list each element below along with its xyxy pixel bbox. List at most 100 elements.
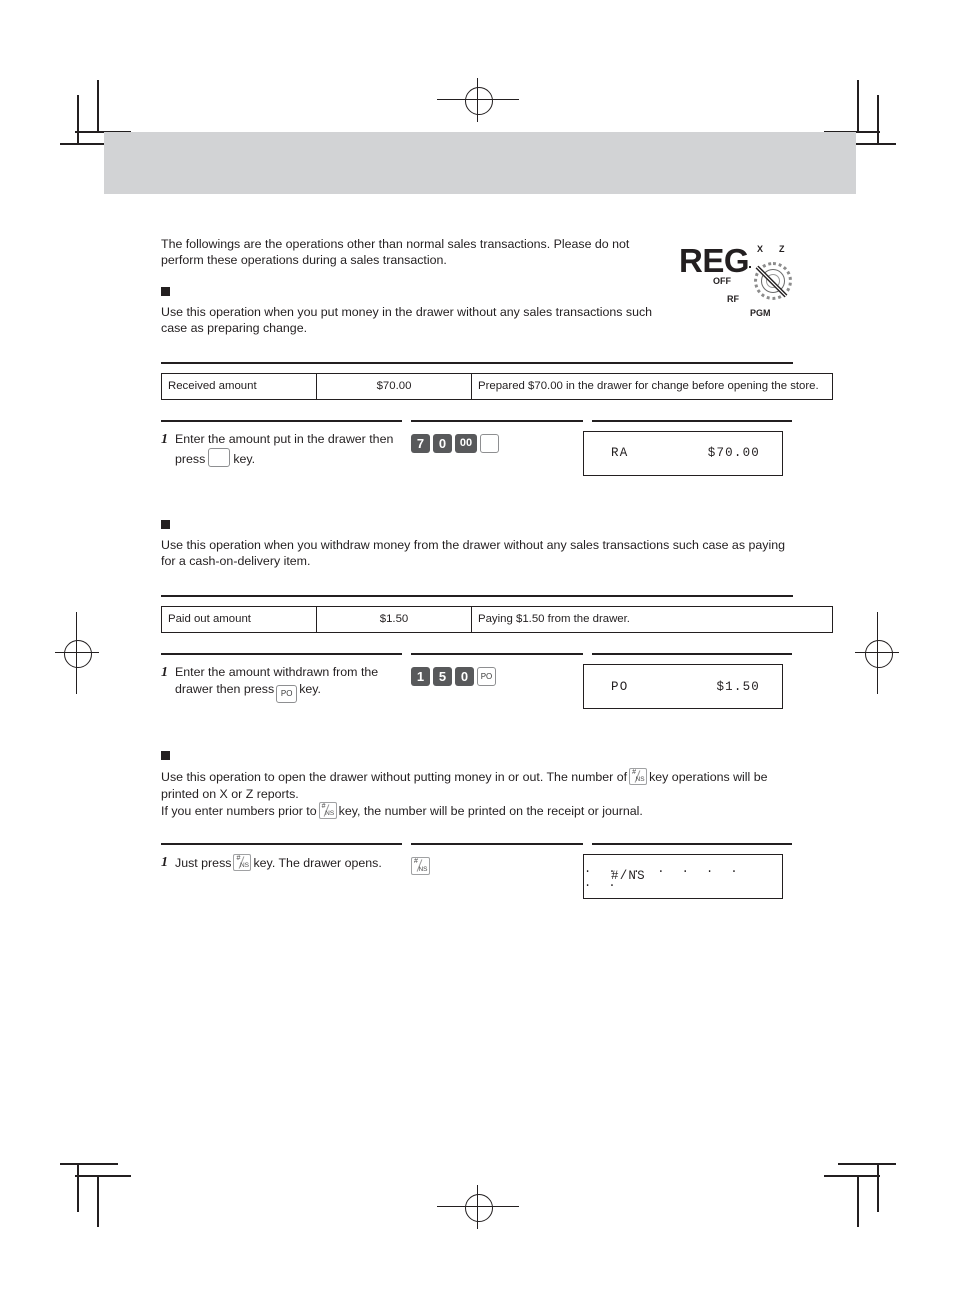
key-1[interactable]: 1 xyxy=(411,667,430,687)
reg-mark-right-middle-circle xyxy=(865,640,893,668)
step-row-paid-out: 1 Enter the amount withdrawn from the dr… xyxy=(161,664,793,710)
crop-mark-bottom-right-v2 xyxy=(877,1164,879,1212)
example-table-received-on-account: Received amount $70.00 Prepared $70.00 i… xyxy=(161,372,833,400)
table-cell-note: Paying $1.50 from the drawer. xyxy=(471,606,833,634)
step-keys-column: 1 5 0 PO xyxy=(411,664,583,709)
step-display-column: #/NS . . . . . . . . . xyxy=(583,853,793,899)
step-keys-column: # NS xyxy=(411,854,583,899)
step-description-text: Enter the amount put in the drawer then … xyxy=(175,431,411,476)
key-0[interactable]: 0 xyxy=(455,667,474,687)
square-bullet-icon xyxy=(161,286,170,296)
po-key-inline-icon: PO xyxy=(276,685,298,704)
section-body-received-on-account: Use this operation when you put money in… xyxy=(161,304,653,336)
step-text-after: key. xyxy=(233,451,256,466)
square-bullet-icon xyxy=(161,751,170,761)
main-content: The followings are the operations other … xyxy=(161,236,833,899)
section-heading-received-on-account xyxy=(161,286,793,296)
step-column-rules-1 xyxy=(161,419,793,422)
step-text-after: key. The drawer opens. xyxy=(253,855,382,870)
key-sequence-po: 1 5 0 PO xyxy=(411,667,583,687)
no-sale-text-part1: Use this operation to open the drawer wi… xyxy=(161,770,628,785)
step-number: 1 xyxy=(161,854,168,870)
step-row-no-sale: 1 Just press # NS key. The drawer opens. # N… xyxy=(161,853,793,899)
step-rule-keys xyxy=(411,653,583,656)
table-cell-amount: $1.50 xyxy=(316,606,472,634)
step-number: 1 xyxy=(161,665,168,681)
crop-mark-bottom-left-h1 xyxy=(75,1175,131,1177)
step-description-text: Enter the amount withdrawn from the draw… xyxy=(175,664,411,709)
step-display-column: PO $1.50 xyxy=(583,664,793,710)
step-rule-display xyxy=(592,653,792,656)
square-bullet-icon xyxy=(161,519,170,529)
section-body-paid-out: Use this operation when you withdraw mon… xyxy=(161,537,785,569)
key-7[interactable]: 7 xyxy=(411,433,430,453)
step-description-text: Just press # NS key. The drawer opens. xyxy=(175,853,382,899)
table-cell-label: Paid out amount xyxy=(161,606,317,634)
key-sequence-ns: # NS xyxy=(411,856,583,875)
display-value: $1.50 xyxy=(716,679,760,694)
key-sequence-ra: 7 0 00 xyxy=(411,433,583,453)
crop-mark-top-right-v2 xyxy=(877,95,879,143)
step-keys-column: 7 0 00 xyxy=(411,431,583,476)
step-description-column: 1 Enter the amount put in the drawer the… xyxy=(161,431,411,476)
step-description-column: 1 Enter the amount withdrawn from the dr… xyxy=(161,664,411,709)
key-ra[interactable] xyxy=(480,433,499,453)
crop-mark-bottom-right-v1 xyxy=(857,1175,859,1227)
display-label: RA xyxy=(611,446,629,461)
table-row: Received amount $70.00 Prepared $70.00 i… xyxy=(161,372,833,400)
key-no-sale[interactable]: # NS xyxy=(411,856,430,875)
step-row-received-on-account: 1 Enter the amount put in the drawer the… xyxy=(161,430,793,476)
step-rule-desc xyxy=(161,419,402,422)
crop-mark-bottom-right-h1 xyxy=(824,1175,880,1177)
step-display-column: RA $70.00 xyxy=(583,430,793,476)
crop-mark-top-right-v1 xyxy=(857,80,859,132)
key-0[interactable]: 0 xyxy=(433,433,452,453)
crop-mark-bottom-right-h2 xyxy=(838,1163,896,1165)
example-table-paid-out: Paid out amount $1.50 Paying $1.50 from … xyxy=(161,606,833,634)
page-header-band xyxy=(104,132,856,194)
step-rule-desc xyxy=(161,653,402,656)
key-00[interactable]: 00 xyxy=(455,433,477,453)
reg-mark-bottom-center-circle xyxy=(465,1194,493,1222)
step-number: 1 xyxy=(161,431,168,447)
crop-mark-top-left-v1 xyxy=(97,80,99,132)
crop-mark-bottom-left-v2 xyxy=(77,1164,79,1212)
table-row: Paid out amount $1.50 Paying $1.50 from … xyxy=(161,606,833,634)
step-rule-keys xyxy=(411,842,583,845)
section-heading-paid-out xyxy=(161,519,793,529)
section-body-no-sale: Use this operation to open the drawer wi… xyxy=(161,768,793,820)
ns-key-inline-icon-3: # NS xyxy=(233,853,252,871)
step-column-rules-3 xyxy=(161,842,793,845)
crop-mark-top-left-v2 xyxy=(77,95,79,143)
step-rule-keys xyxy=(411,419,583,422)
reg-mark-top-center-circle xyxy=(465,87,493,115)
crop-mark-bottom-left-v1 xyxy=(97,1175,99,1227)
no-sale-text-part3: If you enter numbers prior to xyxy=(161,804,317,819)
no-sale-text-part4: key, the number will be printed on the r… xyxy=(338,804,643,819)
table-cell-label: Received amount xyxy=(161,372,317,400)
table-cell-note: Prepared $70.00 in the drawer for change… xyxy=(471,372,833,400)
key-5[interactable]: 5 xyxy=(433,667,452,687)
crop-mark-bottom-left-h2 xyxy=(60,1163,118,1165)
step-rule-display xyxy=(592,842,792,845)
section-heading-no-sale xyxy=(161,751,793,761)
reg-mark-left-middle-circle xyxy=(64,640,92,668)
step-rule-desc xyxy=(161,842,402,845)
step-description-column: 1 Just press # NS key. The drawer opens. xyxy=(161,853,411,899)
step-text-after: key. xyxy=(299,682,321,697)
intro-paragraph: The followings are the operations other … xyxy=(161,237,630,268)
ra-key-inline-icon xyxy=(208,447,231,467)
display-value: . . . . . . . . . xyxy=(584,862,743,891)
step-rule-display xyxy=(592,419,792,422)
display-value: $70.00 xyxy=(707,446,760,461)
step-text-before: Just press xyxy=(175,855,232,870)
step-column-rules-2 xyxy=(161,653,793,656)
receipt-display-ra: RA $70.00 xyxy=(583,430,783,476)
ns-key-inline-icon-1: # NS xyxy=(629,768,648,786)
receipt-display-ns: #/NS . . . . . . . . . xyxy=(583,853,783,899)
display-label: PO xyxy=(611,679,629,694)
table-cell-amount: $70.00 xyxy=(316,372,472,400)
key-po[interactable]: PO xyxy=(477,667,496,687)
receipt-display-po: PO $1.50 xyxy=(583,664,783,710)
ns-key-inline-icon-2: # NS xyxy=(318,802,337,820)
